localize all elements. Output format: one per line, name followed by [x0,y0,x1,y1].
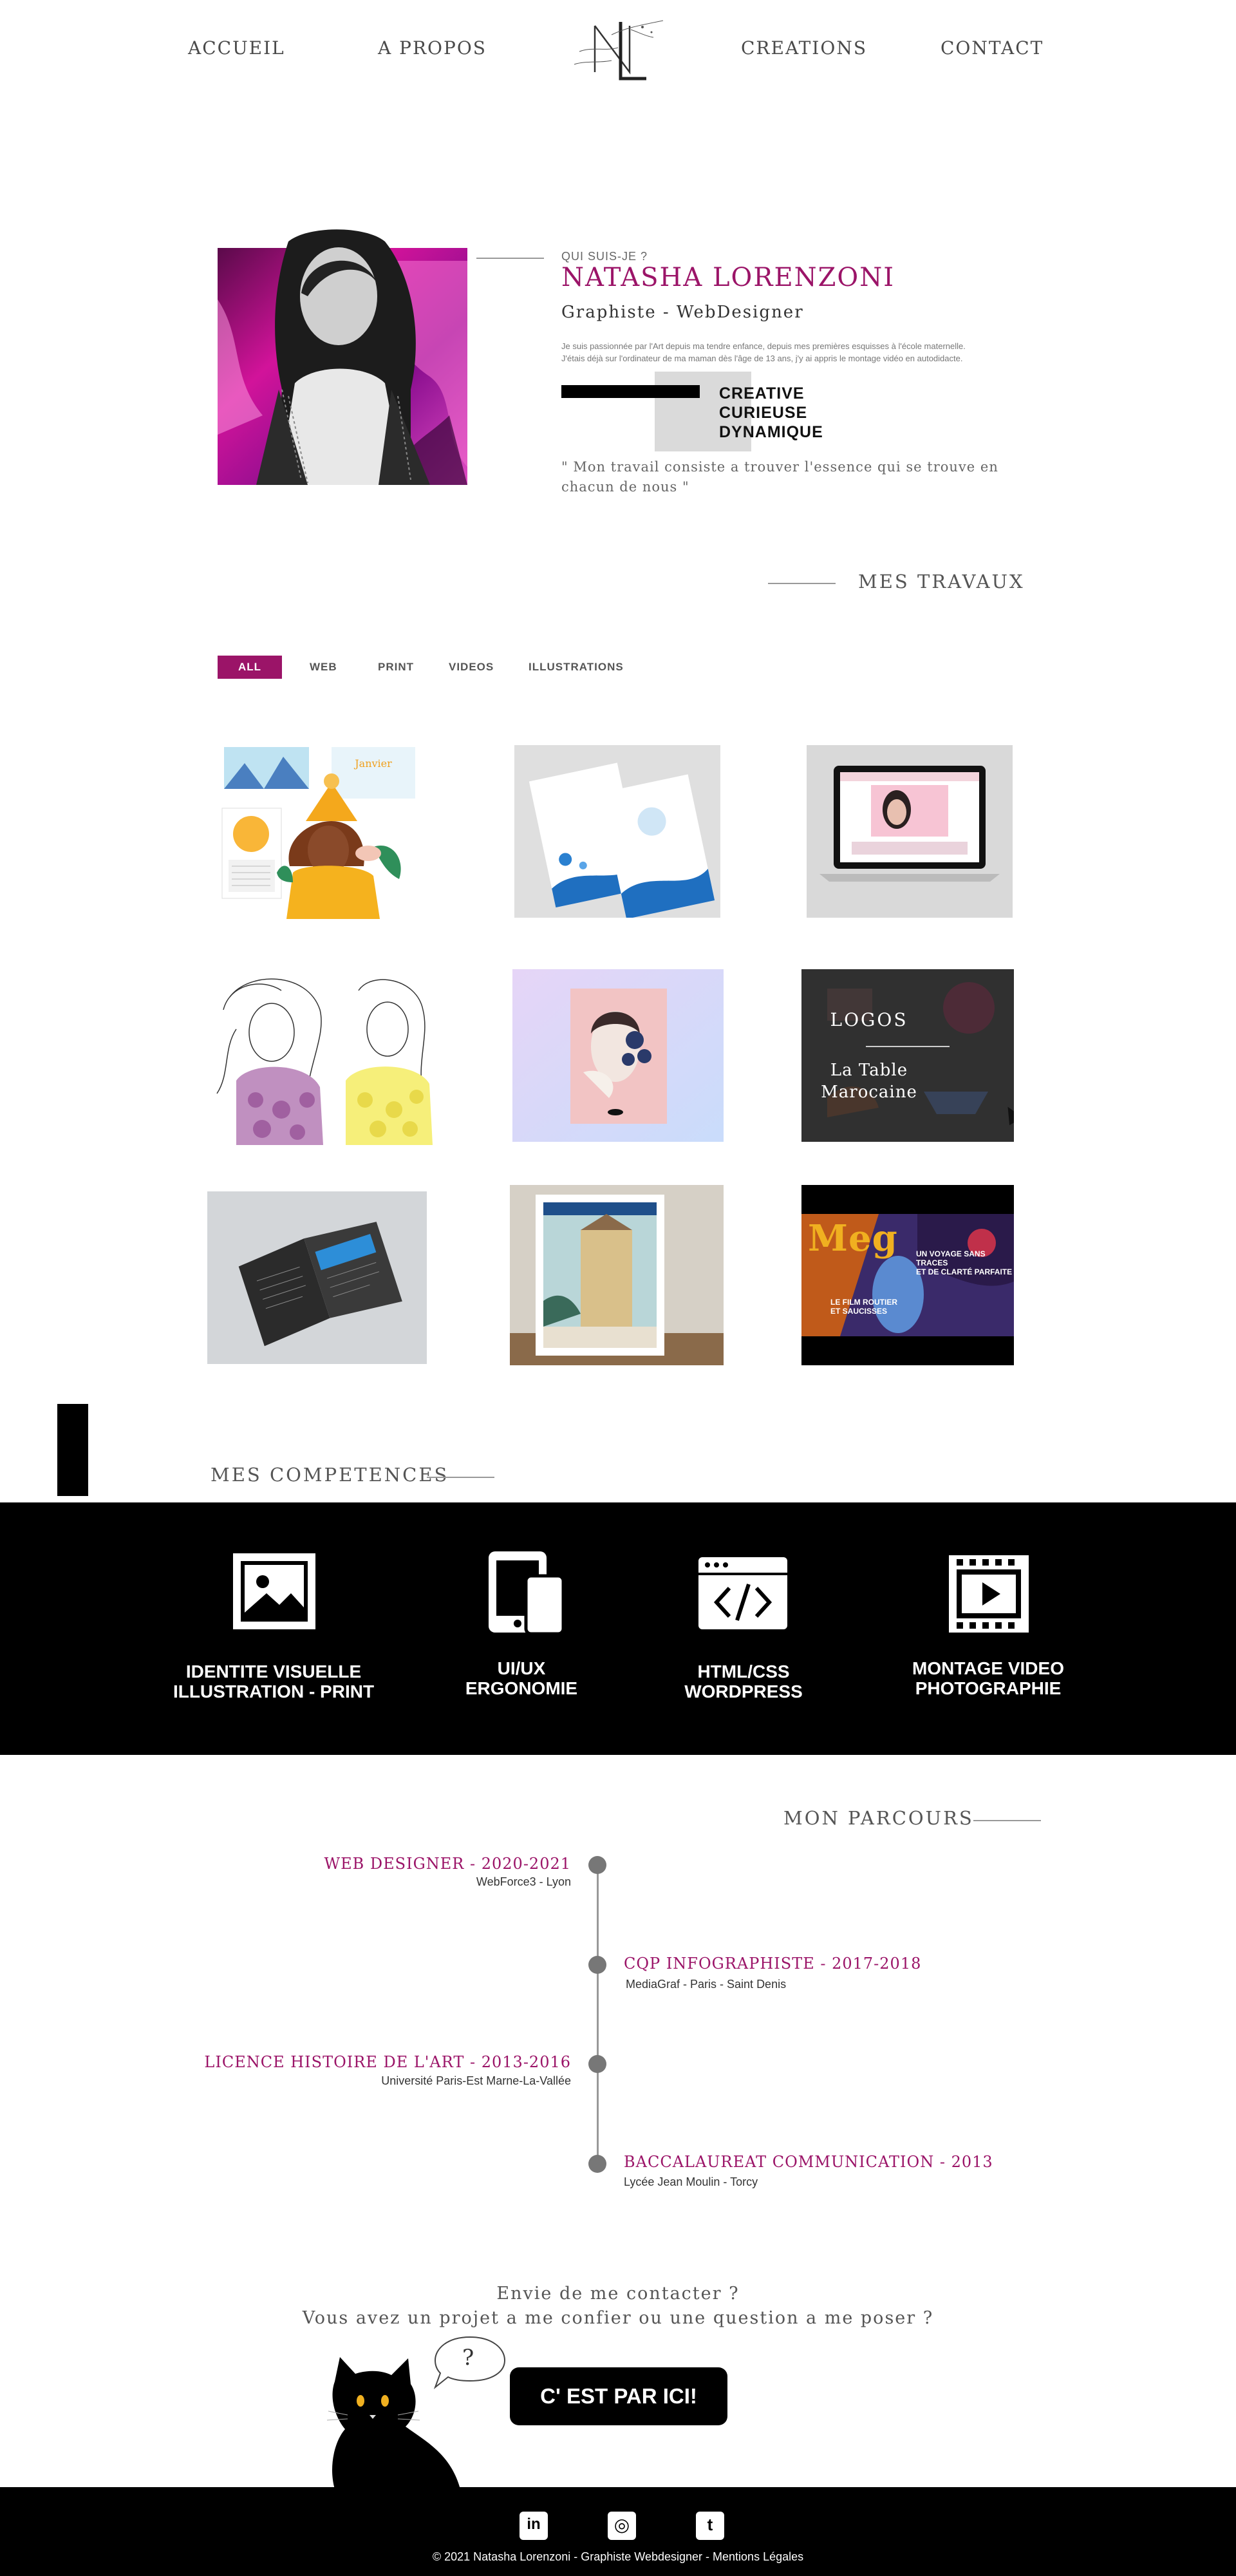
skills-section-title: MES COMPETENCES [211,1464,449,1486]
trait-item: DYNAMIQUE [719,423,823,441]
nav-item-a-propos[interactable]: A PROPOS [378,37,487,59]
about-name: NATASHA LORENZONI [561,263,895,292]
work-card-poster[interactable] [510,1185,724,1365]
skill-line-1: MONTAGE VIDEO [912,1658,1064,1678]
skill-label-uiux: UI/UX ERGONOMIE [425,1658,618,1698]
nav-item-creations[interactable]: CREATIONS [741,37,867,59]
skill-label-montage: MONTAGE VIDEO PHOTOGRAPHIE [888,1658,1088,1698]
trait-item: CREATIVE [719,384,805,402]
logos-card-label: LOGOS [830,1009,908,1030]
filter-all[interactable]: ALL [218,656,283,679]
works-section-title: MES TRAVAUX [858,571,1025,592]
footer-copyright: © 2021 Natasha Lorenzoni - Graphiste Web… [432,2550,804,2563]
journey-section-title: MON PARCOURS [783,1807,974,1829]
skills-band [0,1502,1236,1755]
filter-illustrations[interactable]: ILLUSTRATIONS [529,656,624,679]
video-tagline-line-1: UN VOYAGE SANS TRACES [916,1249,986,1267]
skill-line-2: WORDPRESS [684,1681,803,1701]
site-logo[interactable] [566,13,670,84]
contact-cta-button[interactable]: C' EST PAR ICI! [510,2367,727,2425]
timeline-entry-place: WebForce3 - Lyon [476,1875,571,1888]
works-title-line [768,583,836,584]
skill-label-identite: IDENTITE VISUELLE ILLUSTRATION - PRINT [161,1662,386,1701]
nav-item-contact[interactable]: CONTACT [941,37,1044,59]
timeline-entry-title: LICENCE HISTOIRE DE L'ART - 2013-2016 [204,2053,571,2071]
timeline-entry-title: CQP INFOGRAPHISTE - 2017-2018 [624,1955,922,1973]
filter-print[interactable]: PRINT [378,656,414,679]
skills-title-line [427,1477,494,1478]
linkedin-glyph: in [527,2515,541,2533]
video-caption: LE FILM ROUTIER ET SAUCISSES [830,1298,897,1316]
skill-label-html-css: HTML/CSS WORDPRESS [644,1662,843,1701]
skill-line-2: ILLUSTRATION - PRINT [173,1681,375,1701]
film-play-icon [948,1554,1030,1637]
timeline-entry-title: BACCALAUREAT COMMUNICATION - 2013 [624,2153,993,2171]
timeline-entry-place: Université Paris-Est Marne-La-Vallée [381,2074,571,2087]
nav-item-accueil[interactable]: ACCUEIL [188,37,285,59]
video-brand-text: Meg [808,1217,898,1260]
code-window-icon [697,1556,789,1634]
skill-line-2: PHOTOGRAPHIE [915,1678,1062,1698]
timeline-entry-title: WEB DESIGNER - 2020-2021 [324,1855,571,1873]
work-card-illustration-winter[interactable]: Janvier [219,744,418,919]
about-intro-line-1: Je suis passionnée par l'Art depuis ma t… [561,341,966,351]
timeline-dot [588,2055,606,2073]
work-card-magazine-cover[interactable] [512,969,724,1142]
filter-web[interactable]: WEB [310,656,337,679]
tumblr-icon[interactable]: t [696,2512,724,2540]
contact-line-1: Envie de me contacter ? [496,2284,740,2304]
instagram-glyph: ◎ [613,2515,630,2535]
skill-line-1: UI/UX [497,1658,546,1678]
work-card-business-cards[interactable] [514,745,720,918]
timeline-dot [588,1856,606,1874]
work-card-brochure[interactable] [207,1191,427,1364]
timeline-entry-place: MediaGraf - Paris - Saint Denis [626,1978,787,1991]
profile-photo [218,222,467,485]
about-intro: Je suis passionnée par l'Art depuis ma t… [561,340,999,365]
video-caption-line-2: ET SAUCISSES [830,1307,888,1316]
about-divider-line [476,258,544,259]
logos-card-project-line-1: La Table [830,1061,908,1080]
trait-item: CURIEUSE [719,404,808,422]
work-card-line-art[interactable] [211,971,444,1145]
journey-title-line [973,1820,1041,1821]
traits-list: CREATIVE CURIEUSE DYNAMIQUE [719,384,823,442]
about-intro-line-2: J'étais déjà sur l'ordinateur de ma mama… [561,354,963,363]
about-role: Graphiste - WebDesigner [561,303,804,322]
speech-bubble-text: ? [462,2345,474,2371]
svg-text:Janvier: Janvier [353,757,392,770]
skill-line-2: ERGONOMIE [465,1678,578,1698]
filter-videos[interactable]: VIDEOS [449,656,494,679]
image-icon [230,1551,318,1635]
traits-black-bar [561,385,700,398]
work-card-logos[interactable]: LOGOS La Table Marocaine [801,969,1014,1142]
skill-line-1: HTML/CSS [697,1662,790,1681]
timeline-entry-place: Lycée Jean Moulin - Torcy [624,2175,758,2188]
timeline-dot [588,2155,606,2173]
linkedin-icon[interactable]: in [520,2512,548,2540]
timeline-line [597,1864,599,2164]
logos-card-project: La Table Marocaine [801,1059,937,1103]
timeline-dot [588,1956,606,1974]
video-caption-line-1: LE FILM ROUTIER [830,1298,897,1307]
work-card-website-laptop[interactable] [807,745,1013,918]
video-tagline-line-2: ET DE CLARTÉ PARFAITE [916,1267,1013,1276]
devices-icon [487,1550,565,1637]
speech-bubble: ? [431,2334,507,2391]
logos-card-project-line-2: Marocaine [821,1083,917,1102]
video-tagline: UN VOYAGE SANS TRACES ET DE CLARTÉ PARFA… [916,1249,1014,1276]
instagram-icon[interactable]: ◎ [608,2512,636,2540]
tumblr-glyph: t [707,2515,713,2534]
about-quote: " Mon travail consiste a trouver l'essen… [561,459,998,495]
skill-line-1: IDENTITE VISUELLE [185,1662,362,1681]
contact-line-2: Vous avez un projet a me confier ou une … [302,2308,934,2328]
work-card-video[interactable]: Meg UN VOYAGE SANS TRACES ET DE CLARTÉ P… [801,1185,1014,1365]
about-kicker: QUI SUIS-JE ? [561,250,648,263]
